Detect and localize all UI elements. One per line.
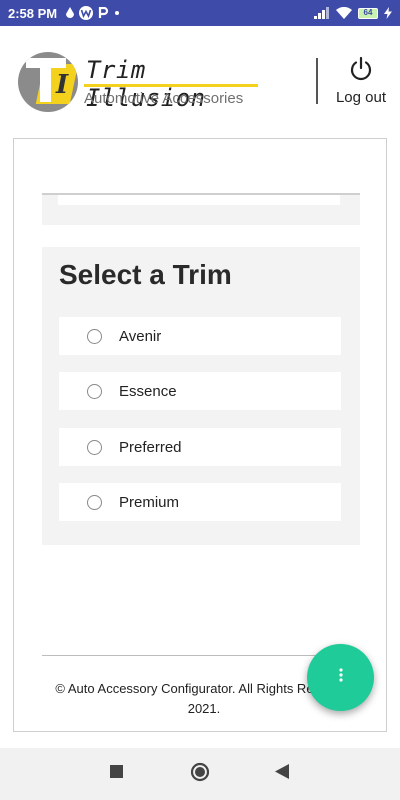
system-nav-bar <box>0 748 400 800</box>
power-icon <box>348 56 374 86</box>
previous-section <box>42 193 360 225</box>
radio-button[interactable] <box>87 328 102 344</box>
trim-option-label: Essence <box>119 382 177 400</box>
status-bar: 2:58 PM 64 <box>0 0 400 26</box>
status-time: 2:58 PM <box>8 5 58 21</box>
radio-button[interactable] <box>87 383 102 399</box>
drop-icon <box>65 7 75 19</box>
battery-icon: 64 <box>358 7 378 19</box>
radio-button[interactable] <box>87 439 102 455</box>
previous-section-item <box>58 195 340 205</box>
battery-level: 64 <box>358 7 378 19</box>
select-trim-section: Select a Trim Avenir Essence Preferred P… <box>42 247 360 545</box>
recents-square-icon <box>109 765 123 783</box>
back-triangle-icon <box>275 764 289 784</box>
back-button[interactable] <box>272 764 292 784</box>
dot-icon <box>113 9 121 17</box>
more-vertical-icon <box>338 667 344 688</box>
logo-emblem: I <box>18 52 78 112</box>
trim-option-label: Avenir <box>119 327 162 345</box>
app-header: I Trim Illusion Automotive Accessories L… <box>0 26 400 134</box>
trim-option-premium[interactable]: Premium <box>59 483 341 521</box>
w-app-icon <box>79 6 94 20</box>
radio-button[interactable] <box>87 494 102 510</box>
notification-icons <box>65 6 121 20</box>
logout-button[interactable]: Log out <box>330 56 392 108</box>
header-divider <box>316 58 318 104</box>
recents-button[interactable] <box>106 764 126 784</box>
section-title: Select a Trim <box>59 259 232 290</box>
logo-subtitle: Automotive Accessories <box>84 90 244 107</box>
logout-label: Log out <box>335 89 387 106</box>
configurator-card: Select a Trim Avenir Essence Preferred P… <box>13 138 387 732</box>
footer-divider <box>42 655 360 656</box>
logo-emblem-letter: I <box>56 70 69 100</box>
trim-option-preferred[interactable]: Preferred <box>59 428 341 466</box>
signal-icon <box>314 7 330 19</box>
logo-underline <box>84 84 258 87</box>
p-app-icon <box>97 7 109 19</box>
trim-illusion-logo[interactable]: I Trim Illusion Automotive Accessories <box>18 52 268 114</box>
trim-option-label: Preferred <box>119 438 182 456</box>
home-circle-icon <box>190 762 210 787</box>
trim-option-avenir[interactable]: Avenir <box>59 317 341 355</box>
floating-menu-button[interactable] <box>307 644 374 711</box>
wifi-icon <box>336 7 352 19</box>
charging-icon <box>384 7 392 19</box>
system-icons: 64 <box>314 7 392 19</box>
trim-option-essence[interactable]: Essence <box>59 372 341 410</box>
trim-option-label: Premium <box>119 493 180 511</box>
home-button[interactable] <box>190 762 210 787</box>
